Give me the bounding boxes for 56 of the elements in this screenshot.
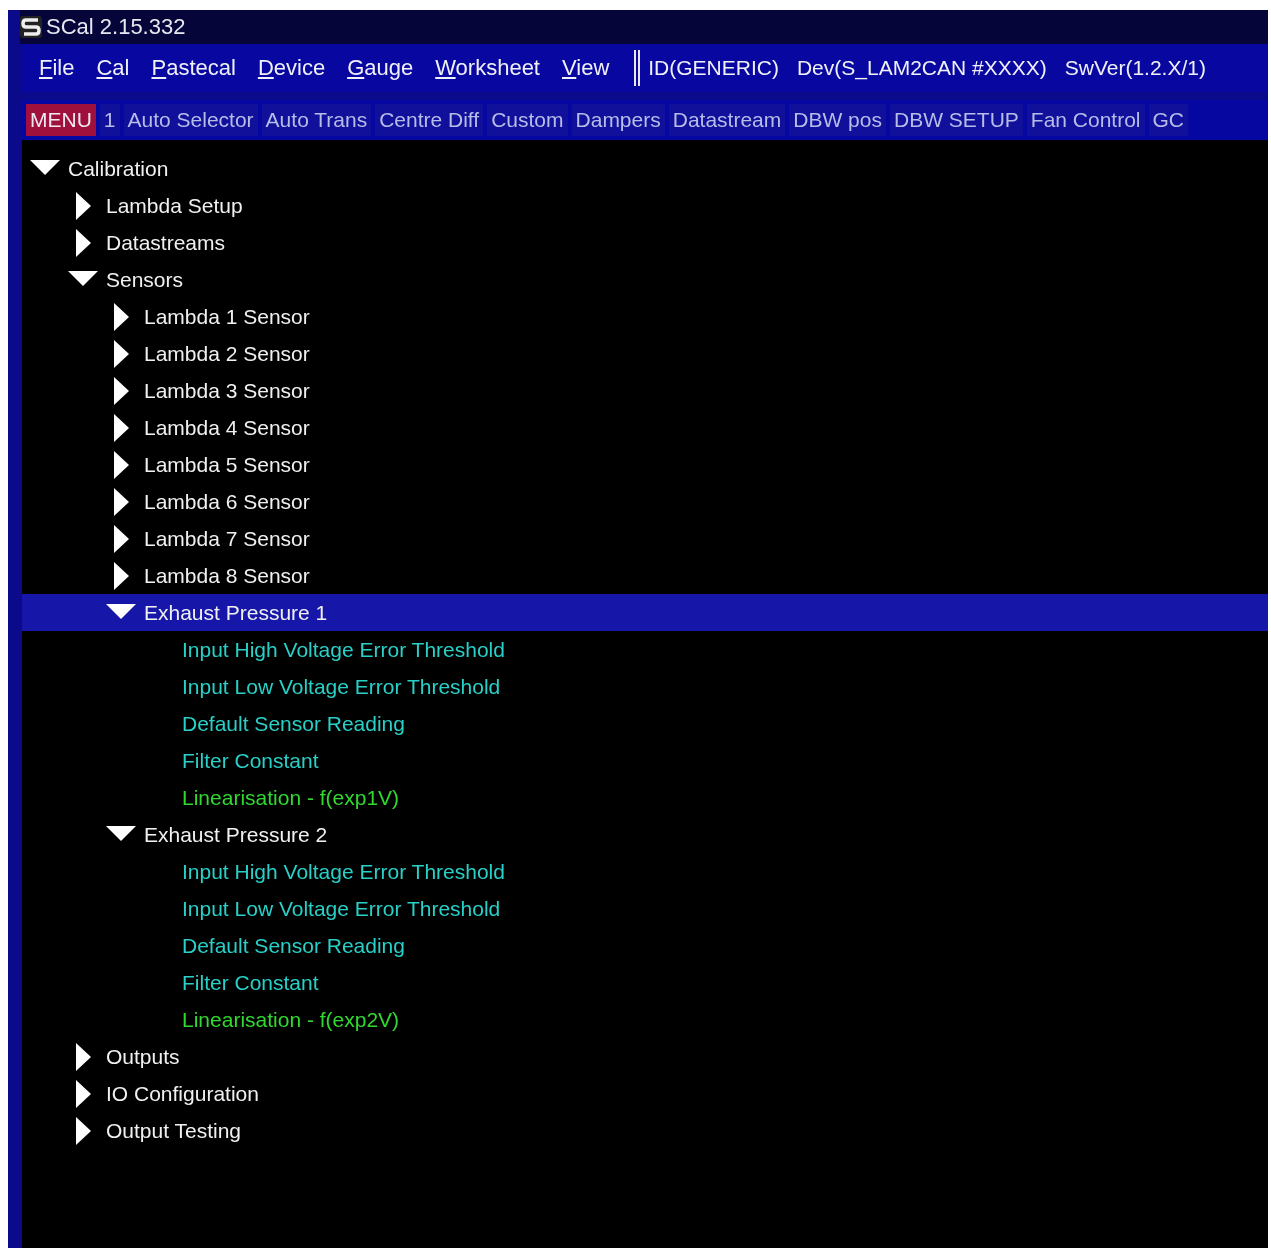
tree-item[interactable]: Filter Constant — [182, 748, 319, 773]
device-info: Dev(S_LAM2CAN #XXXX) — [796, 56, 1047, 80]
tab[interactable]: DBW SETUP — [889, 104, 1023, 136]
menu-item[interactable]: Device — [246, 55, 337, 81]
menu-item[interactable]: File — [28, 55, 86, 81]
app-logo-icon — [20, 16, 42, 38]
tree-item[interactable]: Default Sensor Reading — [182, 711, 405, 736]
tab[interactable]: MENU — [26, 104, 96, 136]
tab[interactable]: 1 — [99, 104, 120, 136]
tree-item[interactable]: Input High Voltage Error Threshold — [182, 859, 505, 884]
tab[interactable]: DBW pos — [789, 104, 886, 136]
menu-item[interactable]: Worksheet — [424, 55, 551, 81]
tab[interactable]: Fan Control — [1026, 104, 1145, 136]
tab[interactable]: GC — [1148, 104, 1189, 136]
tree-folder[interactable]: Lambda 2 Sensor — [144, 341, 310, 366]
tree-folder[interactable]: Sensors — [106, 267, 184, 292]
expanded-triangle-icon[interactable] — [106, 603, 136, 622]
tab[interactable]: Custom — [487, 104, 568, 136]
device-info: ID(GENERIC) — [648, 56, 779, 80]
tree-folder[interactable]: Lambda 5 Sensor — [144, 452, 310, 477]
tree-item[interactable]: Input Low Voltage Error Threshold — [182, 674, 501, 699]
tree-folder[interactable]: IO Configuration — [106, 1081, 259, 1106]
tab[interactable]: Centre Diff — [375, 104, 484, 136]
tree-item[interactable]: Input High Voltage Error Threshold — [182, 637, 505, 662]
tree-folder[interactable]: Lambda 1 Sensor — [144, 304, 310, 329]
tree-folder[interactable]: Datastreams — [106, 230, 226, 255]
tree-folder[interactable]: Lambda 4 Sensor — [144, 415, 310, 440]
tree-item[interactable]: Linearisation - f(exp1V) — [182, 785, 400, 810]
tab[interactable]: Auto Selector — [123, 104, 258, 136]
tree-folder[interactable]: Lambda 6 Sensor — [144, 489, 310, 514]
tree-item[interactable]: Default Sensor Reading — [182, 933, 405, 958]
expanded-triangle-icon[interactable] — [68, 270, 98, 289]
menu-item[interactable]: Pastecal — [140, 55, 247, 81]
menu-separator — [634, 50, 641, 86]
tab[interactable]: Dampers — [571, 104, 665, 136]
tree-folder[interactable]: Calibration — [68, 156, 169, 181]
tree-folder[interactable]: Exhaust Pressure 1 — [144, 600, 328, 625]
tree-item[interactable]: Filter Constant — [182, 970, 319, 995]
menu-item[interactable]: Cal — [85, 55, 141, 81]
tree-item[interactable]: Input Low Voltage Error Threshold — [182, 896, 501, 921]
tree-item[interactable]: Linearisation - f(exp2V) — [182, 1007, 400, 1032]
device-info: SwVer(1.2.X/1) — [1064, 56, 1206, 80]
tree-folder[interactable]: Lambda Setup — [106, 193, 243, 218]
tree-folder[interactable]: Lambda 7 Sensor — [144, 526, 310, 551]
window-title: SCal 2.15.332 — [46, 14, 186, 40]
expanded-triangle-icon[interactable] — [106, 825, 136, 844]
tree-folder[interactable]: Lambda 8 Sensor — [144, 563, 310, 588]
tree-folder[interactable]: Exhaust Pressure 2 — [144, 822, 328, 847]
expanded-triangle-icon[interactable] — [30, 159, 60, 178]
menu-item[interactable]: View — [551, 55, 621, 81]
menu-item[interactable]: Gauge — [336, 55, 425, 81]
tree-folder[interactable]: Lambda 3 Sensor — [144, 378, 310, 403]
tab[interactable]: Datastream — [668, 104, 786, 136]
tree-folder[interactable]: Outputs — [106, 1044, 180, 1069]
tree-folder[interactable]: Output Testing — [106, 1118, 242, 1143]
tab[interactable]: Auto Trans — [261, 104, 372, 136]
